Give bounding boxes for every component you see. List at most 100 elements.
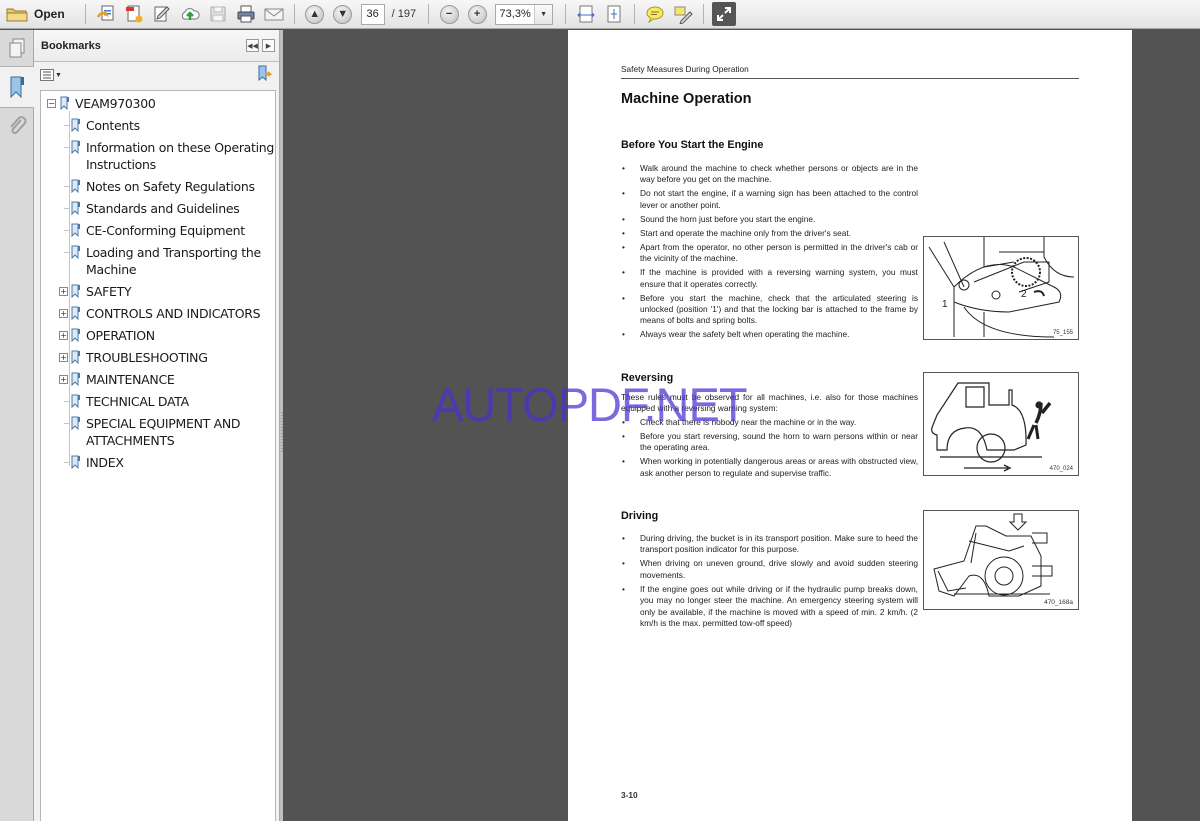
email-button[interactable] [262,2,286,26]
zoom-in-button[interactable]: + [465,2,489,26]
bookmark-item[interactable]: Loading and Transporting the Machine [41,244,275,278]
export-pdf-button[interactable] [122,2,146,26]
bullet-list: • During driving, the bucket is in its tr… [621,533,918,632]
toolbar-separator [703,4,705,24]
fit-width-button[interactable] [574,2,598,26]
bullet-item: • Do not start the engine, if a warning s… [621,188,918,211]
zoom-value[interactable]: 73,3% [496,5,534,24]
bookmark-icon [71,416,80,430]
collapse-toggle[interactable]: − [47,99,56,108]
section-heading: Before You Start the Engine [621,139,764,151]
bookmark-icon [71,306,80,320]
open-label: Open [34,7,65,21]
bookmark-item[interactable]: + OPERATION [41,327,275,344]
bullet-text: Before you start the machine, check that… [640,292,918,326]
bookmarks-tab[interactable] [0,66,34,108]
expand-toggle[interactable]: + [59,375,68,384]
expand-toggle[interactable]: + [59,287,68,296]
bookmark-label: Information on these Operating Instructi… [86,140,275,172]
bookmark-goto-icon [258,65,273,81]
bookmark-label: CONTROLS AND INDICATORS [86,306,261,321]
bookmark-item[interactable]: + MAINTENANCE [41,371,275,388]
bookmark-item[interactable]: INDEX [41,454,275,471]
upload-cloud-button[interactable] [178,2,202,26]
print-button[interactable] [234,2,258,26]
bookmark-label: VEAM970300 [75,96,156,111]
bookmark-label: TROUBLESHOOTING [86,350,208,365]
bookmark-icon [60,96,69,110]
page-title: Machine Operation [621,91,752,107]
bookmark-label: SAFETY [86,284,132,299]
create-pdf-icon [96,5,114,21]
page-thumbnails-tab[interactable] [0,30,34,66]
bookmark-item[interactable]: Standards and Guidelines [41,200,275,217]
bookmark-item[interactable]: Notes on Safety Regulations [41,178,275,195]
highlight-button[interactable] [671,2,695,26]
driving-figure: 470_168a [923,510,1079,610]
options-menu-button[interactable]: ▼ [40,69,62,81]
collapse-panel-button[interactable]: ◀◀ [246,39,259,52]
save-button[interactable] [206,2,230,26]
running-header: Safety Measures During Operation [621,64,749,74]
bookmark-icon [71,372,80,386]
section-heading: Driving [621,510,659,522]
navigation-rail [0,30,34,821]
reversing-illustration [931,382,1052,472]
bullet-text: When driving on uneven ground, drive slo… [640,558,918,580]
expand-bookmark-button[interactable] [257,65,273,86]
bookmark-item[interactable]: + SAFETY [41,283,275,300]
expand-toggle[interactable]: + [59,331,68,340]
bookmark-item[interactable]: + TROUBLESHOOTING [41,349,275,366]
save-icon [210,6,226,22]
bookmarks-toolbar: ▼ [34,62,279,88]
fit-page-button[interactable] [602,2,626,26]
zoom-out-button[interactable]: − [437,2,461,26]
full-screen-button[interactable] [712,2,737,26]
create-pdf-button[interactable] [94,2,118,26]
tree-connector [64,186,70,187]
bullet-item: • Start and operate the machine only from… [621,228,918,239]
tree-connector [64,230,70,231]
bookmark-item[interactable]: Information on these Operating Instructi… [41,139,275,173]
splitter-grip[interactable] [281,412,283,452]
zoom-select[interactable]: 73,3% ▼ [495,3,554,25]
figure-label: 470_168a [1044,599,1073,606]
open-button[interactable]: Open [6,2,75,26]
previous-page-button[interactable]: ▲ [303,2,327,26]
expand-toggle[interactable]: + [59,309,68,318]
bullet-text: If the engine goes out while driving or … [640,583,918,629]
bookmark-item[interactable]: TECHNICAL DATA [41,393,275,410]
bookmark-root[interactable]: − VEAM970300 [41,95,275,112]
comment-icon [646,6,664,24]
edit-pdf-button[interactable] [150,2,174,26]
chevron-down-icon[interactable]: ▼ [534,4,553,24]
comment-button[interactable] [643,2,667,26]
edit-pdf-icon [154,6,170,22]
bullet-dot: • [622,430,625,441]
bullet-dot: • [622,227,625,238]
bullet-dot: • [622,533,625,543]
arrow-up-icon: ▲ [305,4,325,24]
expand-toggle[interactable]: + [59,353,68,362]
bullet-dot: • [622,416,625,427]
bookmark-item[interactable]: Contents [41,117,275,134]
bookmark-item[interactable]: + CONTROLS AND INDICATORS [41,305,275,322]
attachments-tab[interactable] [0,108,34,144]
bookmark-label: CE-Conforming Equipment [86,223,245,238]
bookmark-item[interactable]: CE-Conforming Equipment [41,222,275,239]
bullet-item: • Apart from the operator, no other perso… [621,242,918,265]
bullet-dot: • [622,292,625,303]
list-options-icon [40,69,54,81]
next-page-button[interactable]: ▼ [331,2,355,26]
bullet-dot: • [622,213,625,224]
expand-panel-button[interactable]: ▶ [262,39,275,52]
bullet-list: • Walk around the machine to check whethe… [621,163,918,343]
bookmark-ribbon-icon [10,76,24,99]
upload-cloud-icon [181,8,200,20]
highlight-text-icon [674,6,693,24]
bullet-item: • Sound the horn just before you start th… [621,214,918,225]
bookmark-item[interactable]: SPECIAL EQUIPMENT AND ATTACHMENTS [41,415,275,449]
bullet-item: • Always wear the safety belt when operat… [621,329,918,340]
page-number-input[interactable]: 36 [360,3,385,25]
email-icon [264,8,284,21]
